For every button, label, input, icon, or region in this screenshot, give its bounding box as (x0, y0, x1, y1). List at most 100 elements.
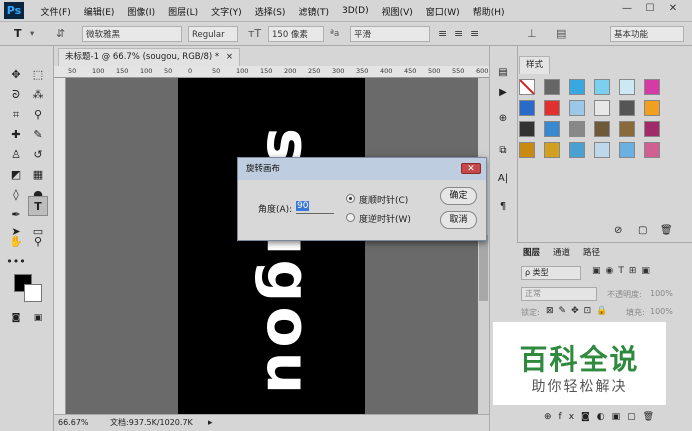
warp-text-icon[interactable]: ⊥ (527, 26, 537, 42)
new-style-icon[interactable]: ▢ (638, 225, 647, 236)
style-swatch[interactable] (644, 100, 660, 116)
align-left-icon[interactable]: ≡ (438, 26, 447, 42)
brush-tool-icon[interactable]: ✎ (28, 125, 48, 145)
close-window-button[interactable]: ✕ (664, 2, 682, 16)
clone-stamp-tool-icon[interactable]: ♙ (6, 145, 26, 165)
style-swatch[interactable] (644, 142, 660, 158)
ok-button[interactable]: 确定 (440, 187, 477, 205)
align-right-icon[interactable]: ≡ (470, 26, 479, 42)
style-swatch[interactable] (619, 100, 635, 116)
menu-image[interactable]: 图像(I) (121, 5, 162, 18)
character-panel-icon[interactable]: ▤ (556, 26, 566, 42)
menu-edit[interactable]: 编辑(E) (77, 5, 121, 18)
radio-counterclockwise[interactable] (346, 213, 355, 222)
menu-select[interactable]: 选择(S) (248, 5, 292, 18)
angle-input[interactable]: 90 (296, 201, 334, 214)
close-document-icon[interactable]: × (226, 52, 233, 62)
style-swatch[interactable] (644, 121, 660, 137)
clear-style-icon[interactable]: ⊘ (614, 225, 622, 236)
menu-type[interactable]: 文字(Y) (205, 5, 249, 18)
menu-layer[interactable]: 图层(L) (162, 5, 205, 18)
style-swatch[interactable] (644, 79, 660, 95)
style-swatch[interactable] (544, 121, 560, 137)
orientation-toggle-icon[interactable]: ⇵ (56, 26, 65, 42)
gradient-tool-icon[interactable]: ▦ (28, 165, 48, 185)
style-swatch[interactable] (569, 142, 585, 158)
style-swatch[interactable] (519, 100, 535, 116)
hand-tool-icon[interactable]: ✋ (6, 232, 26, 252)
menu-window[interactable]: 窗口(W) (419, 5, 466, 18)
style-swatch[interactable] (619, 142, 635, 158)
type-tool-icon[interactable]: T (28, 196, 48, 216)
crop-tool-icon[interactable]: ⌗ (6, 105, 26, 125)
healing-brush-tool-icon[interactable]: ✚ (6, 125, 26, 145)
tab-layers[interactable]: 图层 (523, 245, 540, 261)
screen-mode-icon[interactable]: ▣ (28, 308, 48, 328)
fill-value[interactable]: 100% (650, 307, 673, 316)
menu-filter[interactable]: 滤镜(T) (292, 5, 336, 18)
radio-clockwise[interactable] (346, 194, 355, 203)
style-swatch[interactable] (569, 79, 585, 95)
blur-tool-icon[interactable]: ◊ (6, 185, 26, 205)
history-brush-tool-icon[interactable]: ↺ (28, 145, 48, 165)
scrollbar-thumb[interactable] (479, 235, 488, 301)
radio-clockwise-label[interactable]: 度顺时针(C) (359, 193, 408, 206)
tab-paths[interactable]: 路径 (583, 245, 600, 261)
menu-3d[interactable]: 3D(D) (335, 6, 375, 16)
magic-wand-tool-icon[interactable]: ⁂ (28, 85, 48, 105)
type-tool-icon[interactable]: T (14, 26, 22, 42)
style-swatch[interactable] (519, 142, 535, 158)
layer-filter-icons[interactable]: ▣◉T⊞▣ (592, 266, 655, 276)
document-tab[interactable]: 未标题-1 @ 66.7% (sougou, RGB/8) * × (58, 48, 240, 66)
menu-help[interactable]: 帮助(H) (466, 5, 511, 18)
eyedropper-tool-icon[interactable]: ⚲ (28, 105, 48, 125)
style-swatch[interactable] (594, 100, 610, 116)
antialias-select[interactable]: 平滑 (350, 26, 430, 42)
style-swatch[interactable] (594, 79, 610, 95)
font-family-select[interactable]: 微软雅黑 (82, 26, 182, 42)
radio-counterclockwise-label[interactable]: 度逆时针(W) (359, 212, 411, 225)
style-swatch[interactable] (594, 142, 610, 158)
status-arrow-icon[interactable]: ▸ (208, 415, 213, 431)
style-swatch[interactable] (544, 100, 560, 116)
style-swatch[interactable] (569, 121, 585, 137)
tab-channels[interactable]: 通道 (553, 245, 570, 261)
styles-tab[interactable]: 样式 (519, 56, 551, 74)
style-swatch[interactable] (544, 79, 560, 95)
lasso-tool-icon[interactable]: ᘐ (6, 85, 26, 105)
dialog-close-button[interactable]: ✕ (461, 163, 481, 174)
blend-mode-select[interactable]: 正常 (521, 287, 597, 301)
style-swatch[interactable] (594, 121, 610, 137)
eraser-tool-icon[interactable]: ◩ (6, 165, 26, 185)
history-panel-icon[interactable]: ▤ (494, 64, 512, 82)
style-swatch-none[interactable] (519, 79, 535, 95)
cancel-button[interactable]: 取消 (440, 211, 477, 229)
actions-panel-icon[interactable]: ▶ (494, 84, 512, 102)
character-panel-icon[interactable]: A| (494, 170, 512, 188)
workspace-select[interactable]: 基本功能 (610, 26, 684, 42)
font-size-select[interactable]: 150 像素 (268, 26, 324, 42)
zoom-tool-icon[interactable]: ⚲ (28, 232, 48, 252)
delete-style-icon[interactable]: 🗑 (660, 225, 673, 236)
lock-icons[interactable]: ⊠✎✥⊡🔒 (546, 306, 612, 316)
background-color-swatch[interactable] (24, 284, 42, 302)
layer-footer-icons[interactable]: ⊕fx◙◐▣▢🗑 (544, 412, 661, 422)
menu-file[interactable]: 文件(F) (34, 5, 77, 18)
style-swatch[interactable] (619, 79, 635, 95)
document-canvas[interactable]: sougou (178, 78, 365, 414)
align-center-icon[interactable]: ≡ (454, 26, 463, 42)
style-swatch[interactable] (619, 121, 635, 137)
layer-kind-filter[interactable]: ρ 类型 (521, 266, 581, 280)
marquee-tool-icon[interactable]: ⬚ (28, 65, 48, 85)
opacity-value[interactable]: 100% (650, 289, 673, 298)
more-tools-icon[interactable]: ••• (6, 252, 26, 272)
style-swatch[interactable] (519, 121, 535, 137)
move-tool-icon[interactable]: ✥ (6, 65, 26, 85)
minimize-button[interactable]: — (618, 2, 636, 16)
quick-mask-icon[interactable]: ◙ (6, 308, 26, 328)
style-swatch[interactable] (544, 142, 560, 158)
clone-source-panel-icon[interactable]: ⧉ (494, 142, 512, 160)
zoom-level[interactable]: 66.67% (58, 415, 89, 431)
menu-view[interactable]: 视图(V) (375, 5, 419, 18)
properties-panel-icon[interactable]: ⊕ (494, 110, 512, 128)
